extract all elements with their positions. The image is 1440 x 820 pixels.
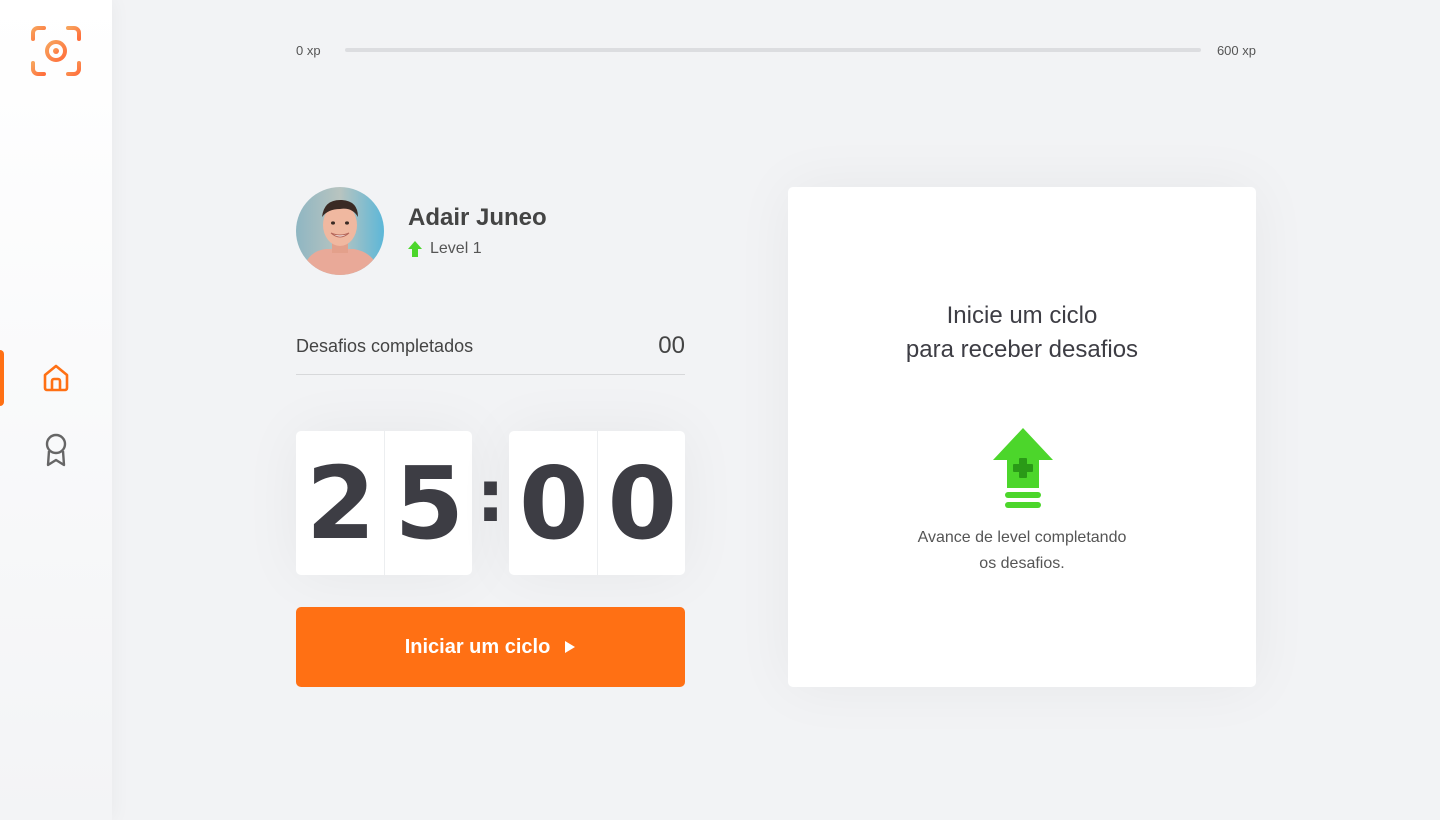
avatar xyxy=(296,187,384,275)
app-root: 0 xp 600 xp Adair Juneo Level 1 Desafios… xyxy=(0,0,1440,820)
challenge-box: Inicie um ciclo para receber desafios Av… xyxy=(788,187,1256,687)
profile-level: Level 1 xyxy=(408,240,547,258)
play-icon xyxy=(565,641,576,653)
home-icon xyxy=(43,364,69,392)
sidebar-item-award[interactable] xyxy=(0,422,112,478)
challenge-title-line-1: Inicie um ciclo xyxy=(946,302,1098,329)
sidebar-item-home[interactable] xyxy=(0,350,112,406)
completed-challenges-count: 00 xyxy=(658,332,685,359)
active-indicator xyxy=(0,350,4,406)
xp-max-label: 600 xp xyxy=(1216,42,1256,58)
second-digit-left: 0 xyxy=(518,444,589,562)
award-icon xyxy=(45,433,67,467)
level-up-icon xyxy=(993,428,1053,510)
second-digit-right: 0 xyxy=(596,431,686,575)
challenge-box-title: Inicie um ciclo para receber desafios xyxy=(788,299,1256,367)
profile-info: Adair Juneo Level 1 xyxy=(408,204,547,258)
experience-bar: 0 xp 600 xp xyxy=(296,40,1256,60)
profile: Adair Juneo Level 1 xyxy=(296,187,547,275)
completed-challenges-label: Desafios completados xyxy=(296,336,474,356)
challenge-text-line-2: os desafios. xyxy=(979,555,1065,572)
profile-name: Adair Juneo xyxy=(408,204,547,231)
level-arrow-icon xyxy=(408,241,422,257)
xp-track xyxy=(344,48,1201,52)
target-focus-icon[interactable] xyxy=(30,25,82,77)
seconds-display: 0 0 xyxy=(509,431,685,575)
challenge-title-line-2: para receber desafios xyxy=(905,336,1139,363)
countdown: 2 5 : 0 0 xyxy=(296,431,685,575)
xp-min-label: 0 xp xyxy=(296,42,321,58)
minute-digit-right: 5 xyxy=(383,431,473,575)
sidebar xyxy=(0,0,112,820)
challenge-text-line-1: Avance de level completando xyxy=(917,529,1127,546)
completed-challenges: Desafios completados 00 xyxy=(296,330,685,375)
start-cycle-label: Iniciar um ciclo xyxy=(404,635,551,658)
start-cycle-button[interactable]: Iniciar um ciclo xyxy=(296,607,685,687)
challenge-box-description: Avance de level completando os desafios. xyxy=(788,525,1256,577)
minutes-display: 2 5 xyxy=(296,431,472,575)
minute-digit-left: 2 xyxy=(305,444,376,562)
level-label: Level 1 xyxy=(430,240,482,257)
countdown-separator: : xyxy=(476,454,505,538)
